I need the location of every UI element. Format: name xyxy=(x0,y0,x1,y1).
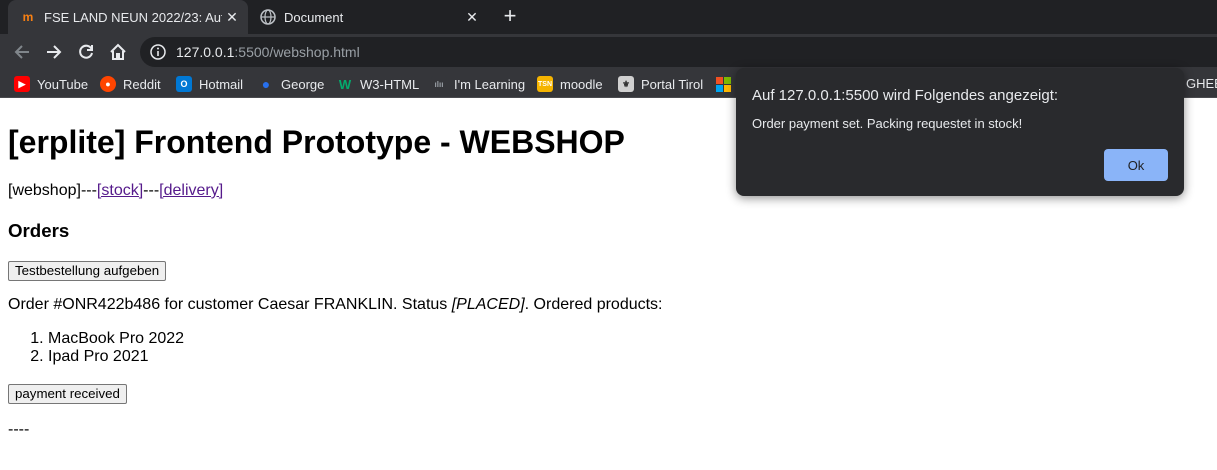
tab-moodle[interactable]: m FSE LAND NEUN 2022/23: Aufgab ✕ xyxy=(8,0,248,34)
section-title: Orders xyxy=(8,220,70,241)
product-list: MacBook Pro 2022 Ipad Pro 2021 xyxy=(8,330,184,366)
bookmark-hotmail[interactable]: O Hotmail xyxy=(176,75,243,93)
bookmark-george[interactable]: ● George xyxy=(258,75,324,93)
close-icon[interactable]: ✕ xyxy=(222,9,242,26)
cisco-icon: ılıı xyxy=(431,76,447,92)
url-path: :5500/webshop.html xyxy=(234,44,360,60)
bookmark-label: moodle xyxy=(560,76,603,92)
arrow-left-icon xyxy=(14,45,29,59)
order-summary: Order #ONR422b486 for customer Caesar FR… xyxy=(8,296,663,314)
ok-button[interactable]: Ok xyxy=(1104,149,1168,181)
bookmark-microsoft[interactable] xyxy=(716,75,731,93)
george-icon: ● xyxy=(258,76,274,92)
arrow-right-icon xyxy=(47,45,62,59)
list-item: Ipad Pro 2021 xyxy=(48,348,184,366)
new-tab-button[interactable]: + xyxy=(498,5,522,29)
url-text: 127.0.0.1:5500/webshop.html xyxy=(176,44,360,60)
moodle-icon: TSN xyxy=(537,76,553,92)
url-host: 127.0.0.1 xyxy=(176,44,235,60)
bookmark-label: Reddit xyxy=(123,76,161,92)
close-icon[interactable]: ✕ xyxy=(462,9,482,26)
order-status: [PLACED] xyxy=(451,296,525,313)
portal-tirol-icon: ⚜ xyxy=(618,76,634,92)
home-icon xyxy=(110,43,126,60)
microsoft-icon xyxy=(716,76,731,92)
moodle-favicon-icon: m xyxy=(22,10,34,24)
payment-received-button[interactable]: payment received xyxy=(8,384,127,404)
nav-separator: --- xyxy=(143,182,160,199)
address-bar[interactable]: 127.0.0.1:5500/webshop.html xyxy=(140,37,1217,67)
bookmark-portal-tirol[interactable]: ⚜ Portal Tirol xyxy=(618,75,703,93)
w3-icon: W xyxy=(337,76,353,92)
tab-strip: m FSE LAND NEUN 2022/23: Aufgab ✕ Docume… xyxy=(0,0,1217,34)
alert-dialog: Auf 127.0.0.1:5500 wird Folgendes angeze… xyxy=(736,68,1184,196)
order-text-suffix: . Ordered products: xyxy=(524,296,663,313)
bookmark-w3-html[interactable]: W W3-HTML xyxy=(337,75,419,93)
reddit-icon: ● xyxy=(100,76,116,92)
bookmark-im-learning[interactable]: ılıı I'm Learning xyxy=(431,75,525,93)
bookmark-youtube[interactable]: ▶ YouTube xyxy=(14,75,88,93)
bookmark-label: Portal Tirol xyxy=(641,76,704,92)
bookmark-label: Hotmail xyxy=(199,76,244,92)
tab-title: Document xyxy=(284,9,344,25)
page-nav: [webshop]---[stock]---[delivery] xyxy=(8,182,223,200)
home-button[interactable] xyxy=(106,40,130,64)
dialog-message: Order payment set. Packing requestet in … xyxy=(752,116,1023,131)
reload-button[interactable] xyxy=(74,40,98,64)
tab-document[interactable]: Document ✕ xyxy=(248,0,488,34)
nav-separator: --- xyxy=(80,182,97,199)
info-icon[interactable] xyxy=(150,44,166,60)
bookmark-reddit[interactable]: ● Reddit xyxy=(100,75,161,93)
bookmark-label: YouTube xyxy=(37,76,89,92)
bookmark-label: I'm Learning xyxy=(454,76,526,92)
list-item: MacBook Pro 2022 xyxy=(48,330,184,348)
bookmark-overflow-label[interactable]: GHEE xyxy=(1186,76,1217,91)
nav-current: [webshop] xyxy=(8,182,81,199)
separator-text: ---- xyxy=(8,421,30,438)
forward-button[interactable] xyxy=(42,40,66,64)
tab-title: FSE LAND NEUN 2022/23: Aufgab xyxy=(44,9,222,25)
nav-stock-link[interactable]: [stock] xyxy=(97,182,143,199)
bookmark-moodle[interactable]: TSN moodle xyxy=(537,75,603,93)
youtube-icon: ▶ xyxy=(14,76,30,92)
nav-delivery-link[interactable]: [delivery] xyxy=(159,182,223,199)
back-button[interactable] xyxy=(10,40,34,64)
order-text: Order #ONR422b486 for customer Caesar FR… xyxy=(8,296,452,313)
globe-icon xyxy=(260,9,276,25)
page-title: [erplite] Frontend Prototype - WEBSHOP xyxy=(8,124,625,160)
browser-toolbar: 127.0.0.1:5500/webshop.html xyxy=(0,34,1217,70)
bookmark-label: W3-HTML xyxy=(360,76,420,92)
bookmark-label: George xyxy=(281,76,325,92)
reload-icon xyxy=(79,44,93,59)
outlook-icon: O xyxy=(176,76,192,92)
dialog-title: Auf 127.0.0.1:5500 wird Folgendes angeze… xyxy=(752,87,1059,104)
test-order-button[interactable]: Testbestellung aufgeben xyxy=(8,261,167,281)
